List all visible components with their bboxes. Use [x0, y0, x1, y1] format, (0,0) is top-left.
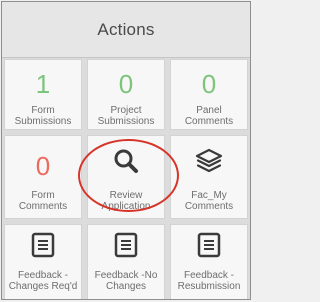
tile-form-comments[interactable]: 0 Form Comments — [4, 135, 82, 219]
feedback-no-changes-label: Feedback -No Changes — [94, 270, 158, 292]
panel-comments-label: Panel Comments — [184, 105, 234, 127]
feedback-changes-reqd-label: Feedback - Changes Req'd — [8, 270, 78, 292]
tile-project-submissions[interactable]: 0 Project Submissions — [87, 59, 165, 130]
tile-fac-my-comments[interactable]: Fac_My Comments — [170, 135, 248, 219]
actions-panel: Actions 1 Form Submissions 0 Project Sub… — [1, 1, 251, 300]
layers-icon — [195, 148, 223, 179]
form-submissions-label: Form Submissions — [14, 105, 72, 127]
document-icon — [31, 232, 55, 263]
fac-my-comments-label: Fac_My Comments — [184, 190, 234, 212]
form-comments-label: Form Comments — [18, 190, 68, 212]
panel-comments-count: 0 — [201, 69, 217, 99]
document-icon — [197, 232, 221, 263]
review-application-label: Review Application — [101, 190, 151, 212]
actions-title: Actions — [97, 19, 155, 39]
form-comments-count: 0 — [35, 151, 51, 181]
tile-feedback-changes-reqd[interactable]: Feedback - Changes Req'd — [4, 224, 82, 299]
tile-feedback-resubmission[interactable]: Feedback - Resubmission — [170, 224, 248, 299]
project-submissions-count: 0 — [118, 69, 134, 99]
document-icon — [114, 232, 138, 263]
actions-header: Actions — [2, 2, 250, 58]
form-submissions-count: 1 — [35, 69, 51, 99]
search-icon — [113, 148, 139, 179]
tile-feedback-no-changes[interactable]: Feedback -No Changes — [87, 224, 165, 299]
feedback-resubmission-label: Feedback - Resubmission — [177, 270, 241, 292]
tile-panel-comments[interactable]: 0 Panel Comments — [170, 59, 248, 130]
tile-review-application[interactable]: Review Application — [87, 135, 165, 219]
project-submissions-label: Project Submissions — [97, 105, 155, 127]
tile-form-submissions[interactable]: 1 Form Submissions — [4, 59, 82, 130]
